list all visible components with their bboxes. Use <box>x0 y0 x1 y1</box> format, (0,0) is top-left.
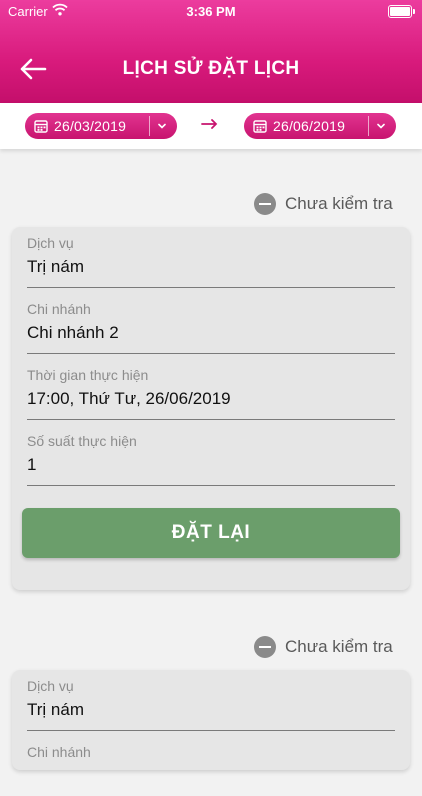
booking-status: Chưa kiểm tra <box>0 635 422 659</box>
to-date-value: 26/06/2019 <box>273 118 346 134</box>
branch-field: Chi nhánh <box>27 736 395 796</box>
service-value: Trị nám <box>27 700 84 719</box>
minus-circle-icon <box>254 636 276 658</box>
time-field: Thời gian thực hiện 17:00, Thứ Tư, 26/06… <box>27 359 395 420</box>
service-label: Dịch vụ <box>27 235 74 251</box>
page-title: LỊCH SỬ ĐẶT LỊCH <box>122 58 300 79</box>
to-date-picker[interactable]: 26/06/2019 <box>244 113 396 139</box>
battery-icon <box>388 5 415 18</box>
arrow-right-icon <box>201 119 218 129</box>
service-label: Dịch vụ <box>27 678 74 694</box>
time-value: 17:00, Thứ Tư, 26/06/2019 <box>27 389 231 408</box>
slots-label: Số suất thực hiện <box>27 433 137 449</box>
service-field: Dịch vụ Trị nám <box>27 670 395 731</box>
divider <box>368 116 369 136</box>
date-filter-bar: 26/03/2019 26/06/2019 <box>0 103 422 149</box>
booking-status-label: Chưa kiểm tra <box>285 194 393 213</box>
chevron-down-icon <box>158 123 166 129</box>
status-bar: Carrier 3:36 PM <box>0 0 422 22</box>
branch-label: Chi nhánh <box>27 744 91 760</box>
rebook-button[interactable]: ĐẶT LẠI <box>22 508 400 558</box>
time-label: Thời gian thực hiện <box>27 367 149 383</box>
from-date-value: 26/03/2019 <box>54 118 127 134</box>
divider <box>149 116 150 136</box>
minus-circle-icon <box>254 193 276 215</box>
branch-label: Chi nhánh <box>27 301 91 317</box>
chevron-down-icon <box>377 123 385 129</box>
branch-field: Chi nhánh Chi nhánh 2 <box>27 293 395 354</box>
branch-value: Chi nhánh 2 <box>27 323 119 342</box>
service-field: Dịch vụ Trị nám <box>27 227 395 288</box>
slots-value: 1 <box>27 455 37 474</box>
slots-field: Số suất thực hiện 1 <box>27 425 395 486</box>
calendar-icon <box>253 120 267 133</box>
booking-status-label: Chưa kiểm tra <box>285 637 393 656</box>
booking-status: Chưa kiểm tra <box>0 192 422 216</box>
service-value: Trị nám <box>27 257 84 276</box>
status-time: 3:36 PM <box>186 4 236 19</box>
from-date-picker[interactable]: 26/03/2019 <box>25 113 177 139</box>
booking-card: Dịch vụ Trị nám Chi nhánh <box>12 670 410 770</box>
booking-card: Dịch vụ Trị nám Chi nhánh Chi nhánh 2 Th… <box>12 227 410 590</box>
calendar-icon <box>34 120 48 133</box>
